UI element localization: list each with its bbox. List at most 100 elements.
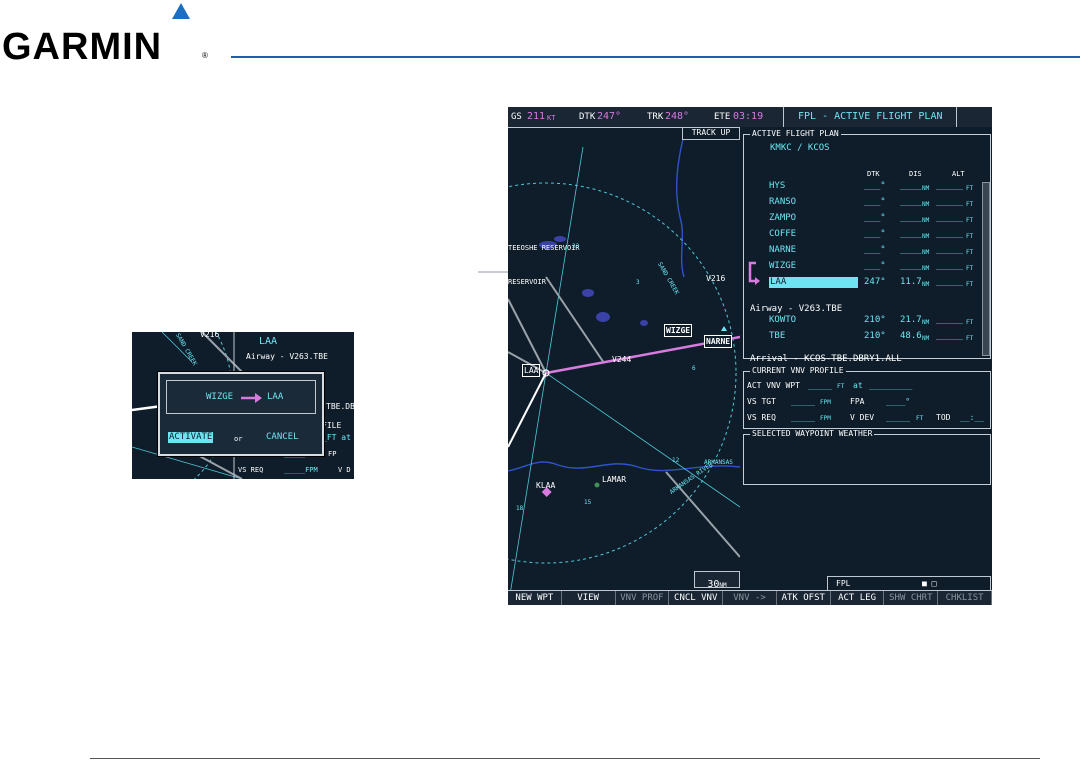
intersection-icon [721,326,727,331]
footer-rule [90,758,1040,759]
flight-plan-row[interactable]: KOWTO 210° 21.7 NM _____ FT [740,315,992,326]
ring-tick-label: 18 [516,505,524,512]
softkey-act-leg[interactable]: ACT LEG [831,591,885,605]
waypoint-dtk: 247° [864,277,886,287]
waypoint-alt-unit: FT [966,233,974,240]
vnv-profile-box: CURRENT VNV PROFILE ACT VNV WPT _____ FT… [743,366,991,429]
dialog-from-waypoint: WIZGE [206,392,234,402]
activate-leg-dialog: WIZGE LAA ACTIVATE or CANCEL [158,372,324,456]
flight-plan-row[interactable]: NARNE ___° ____ NM _____ FT [740,245,992,256]
waypoint-name[interactable]: COFFE [769,229,796,240]
garmin-logo: GARMIN [2,26,163,68]
waypoint-name[interactable]: KOWTO [769,315,796,326]
map-graphics [508,127,740,605]
dtk-label: DTK [579,112,596,122]
flight-plan-row[interactable]: ZAMPO ___° ____ NM _____ FT [740,213,992,224]
waypoint-alt: _____ [936,181,964,191]
flight-plan-route: KMKC / KCOS [770,143,830,153]
gs-label: GS [511,112,522,122]
dtk-value: 247° [597,111,622,122]
activate-button[interactable]: ACTIVATE [168,432,214,443]
reservoir-shape [582,289,594,297]
softkey-chklist[interactable]: CHKLIST [938,591,992,605]
inset-ft-at-partial: _FT at [322,433,351,442]
reservoir-label: RESERVOIR [508,278,546,286]
vnv-profile-title: CURRENT VNV PROFILE [750,366,846,376]
flight-plan-row[interactable]: HYS ___° ____ NM _____ FT [740,181,992,192]
softkey-shw-chrt[interactable]: SHW CHRT [884,591,939,605]
gs-value: 211 [527,111,546,122]
inset-fpa-partial: FP [328,450,337,458]
softkey-new-wpt[interactable]: NEW WPT [508,591,562,605]
vdev-unit: FT [916,415,924,422]
waypoint-dtk: ___° [864,261,886,271]
header-rule [231,56,1080,58]
fpa-value: ____° [886,397,911,406]
flight-plan-row[interactable]: COFFE ___° ____ NM _____ FT [740,229,992,240]
dialog-to-waypoint: LAA [267,392,284,402]
inset-dbry-partial: TBE.DBRY [326,402,354,411]
flight-plan-row[interactable]: WIZGE ___° ____ NM _____ FT [740,261,992,272]
waypoint-name[interactable]: HYS [769,181,785,192]
reservoir-shape [640,320,648,326]
softkey-atk-ofst[interactable]: ATK OFST [777,591,831,605]
softkey-vnv-prof[interactable]: VNV PROF [616,591,670,605]
activate-leg-inset: V216 SAND CREEK LAA Airway - V263.TBE TB… [132,332,354,479]
narne-label[interactable]: NARNE [704,335,733,348]
radial-line [545,146,584,374]
trk-label: TRK [647,112,664,122]
softkey-vnv[interactable]: VNV -> [723,591,777,605]
waypoint-name[interactable]: NARNE [769,245,796,256]
vs-tgt-value: _____ [791,397,816,406]
airway-v244-label: V244 [612,355,632,364]
reservoir-shape [596,312,610,322]
act-vnv-wpt-label: ACT VNV WPT [747,381,800,390]
vs-req-unit: FPM [820,415,831,422]
waypoint-dis-unit: NM [922,185,930,192]
wizge-label[interactable]: WIZGE [664,324,693,337]
reservoir-label: TEEOSHE RESERVOIR [508,244,580,252]
waypoint-alt: _____ [936,213,964,223]
flight-plan-row[interactable]: RANSO ___° ____ NM _____ FT [740,197,992,208]
waypoint-dis: 48.6 [900,331,922,341]
waypoint-name[interactable]: RANSO [769,197,796,208]
waypoint-weather-box: SELECTED WAYPOINT WEATHER [743,429,991,485]
vs-req-label: VS REQ [747,413,776,422]
inset-vdev-partial: V D [338,466,351,474]
waypoint-alt: _____ [936,315,964,325]
softkey-view[interactable]: VIEW [562,591,616,605]
reservoir-shape [554,236,566,242]
waypoint-dis: ____ [900,261,922,271]
softkey-cncl-vnv[interactable]: CNCL VNV [669,591,724,605]
waypoint-alt: _____ [936,245,964,255]
page-title: FPL - ACTIVE FLIGHT PLAN [798,111,943,122]
flight-plan-panel: ACTIVE FLIGHT PLAN KMKC / KCOS DTK DIS A… [740,127,992,605]
gs-unit: KT [547,114,556,122]
waypoint-name[interactable]: ZAMPO [769,213,796,224]
waypoint-dis: ____ [900,197,922,207]
waypoint-name[interactable]: LAA [769,277,858,288]
inset-file-partial: FILE [322,421,342,430]
page-group-indicator: ■ □ [922,579,937,588]
flight-plan-row[interactable]: TBE 210° 48.6 NM _____ FT [740,331,992,342]
waypoint-alt: _____ [936,261,964,271]
laa-map-label[interactable]: LAA [522,364,541,377]
waypoint-name[interactable]: WIZGE [769,261,796,272]
inset-waypoint: LAA [259,336,278,347]
waypoint-dis-unit: NM [922,233,930,240]
waypoint-dtk: ___° [864,197,886,207]
waypoint-dtk: ___° [864,181,886,191]
waypoint-dis-unit: NM [922,249,930,256]
waypoint-name[interactable]: TBE [769,331,785,342]
navigation-map[interactable]: TRACK UP TEEOSHE RESERVOIR RESERVOIR V21… [508,127,740,605]
inset-vs-req-value: _____FPM [284,466,318,474]
flight-plan-row[interactable]: LAA 247° 11.7 NM _____ FT [740,277,992,288]
tod-label: TOD [936,413,951,422]
orientation-label: TRACK UP [682,127,740,140]
ete-label: ETE [714,112,731,122]
map-range[interactable]: 30NM [694,571,740,590]
ring-tick-label: 15 [584,499,592,506]
cancel-button[interactable]: CANCEL [266,432,299,443]
right-arrow-icon [241,393,262,403]
klaa-label: KLAA [536,481,556,490]
